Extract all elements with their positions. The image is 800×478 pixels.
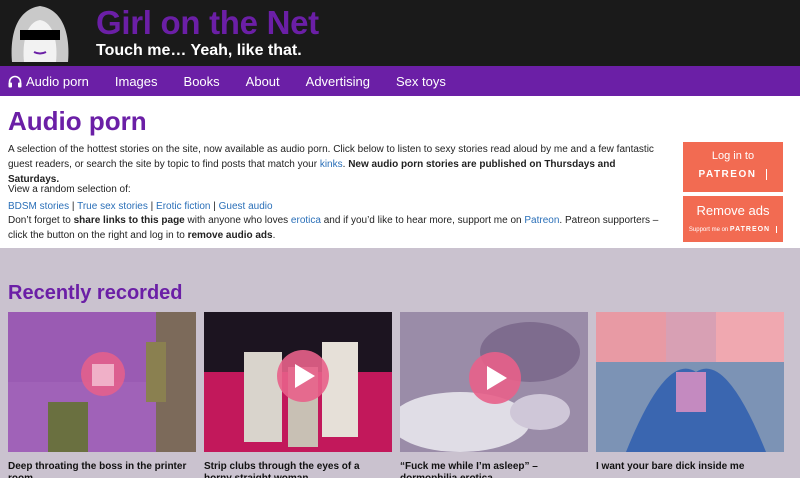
intro-section: Audio porn A selection of the hottest st… — [0, 96, 800, 248]
story-title[interactable]: Strip clubs through the eyes of a horny … — [204, 461, 390, 478]
share-text: Don’t forget to — [8, 215, 74, 226]
true-sex-stories-link[interactable]: True sex stories — [77, 201, 148, 212]
remove-ads-text: Remove ads — [696, 203, 770, 218]
support-patreon: Support me on PATREON — [688, 226, 778, 233]
share-text: with anyone who loves — [184, 215, 291, 226]
link-separator: | — [210, 201, 219, 212]
login-text: Log in to — [711, 150, 755, 162]
patreon-brand: PATREON — [699, 169, 768, 180]
erotica-link[interactable]: erotica — [291, 215, 321, 226]
patreon-brand: PATREON — [729, 226, 771, 233]
remove-ads-button[interactable]: Remove ads Support me on PATREON — [683, 196, 783, 242]
story-thumbnail — [8, 312, 196, 452]
section-title: Recently recorded — [8, 282, 183, 304]
link-separator: | — [69, 201, 78, 212]
recently-recorded-section: Recently recorded Deep throating the bos… — [0, 248, 800, 478]
story-thumbnail — [390, 312, 588, 452]
patreon-login-button[interactable]: Log in to PATREON — [683, 142, 783, 192]
story-card[interactable]: I want your bare dick inside me — [596, 312, 784, 478]
nav-label: Sex toys — [395, 73, 446, 89]
erotic-fiction-link[interactable]: Erotic fiction — [156, 201, 210, 212]
patreon-link[interactable]: Patreon — [524, 215, 559, 226]
link-separator: | — [147, 201, 157, 212]
nav-item-about[interactable]: About — [233, 66, 293, 96]
story-title[interactable]: Deep throating the boss in the printer r… — [8, 461, 194, 478]
share-text: and if you’d like to hear more, support … — [320, 215, 525, 226]
nav-label: About — [245, 73, 280, 89]
page-title: Audio porn — [8, 106, 147, 136]
nav-item-books[interactable]: Books — [171, 66, 233, 96]
story-card[interactable]: “Fuck me while I’m asleep” – dormophilia… — [390, 312, 588, 478]
category-links: BDSM stories | True sex stories | Erotic… — [8, 201, 273, 212]
bdsm-stories-link[interactable]: BDSM stories — [8, 201, 69, 212]
support-text: Support me on — [688, 227, 729, 233]
story-title[interactable]: “Fuck me while I’m asleep” – dormophilia… — [400, 461, 586, 478]
story-thumbnail — [596, 312, 784, 452]
nav-item-audio-porn[interactable]: Audio porn — [0, 66, 102, 96]
nav-label: Audio porn — [26, 73, 89, 89]
nav-item-advertising[interactable]: Advertising — [293, 66, 383, 96]
share-bold: remove audio ads — [187, 230, 273, 241]
nav-item-sex-toys[interactable]: Sex toys — [383, 66, 459, 96]
view-random-label: View a random selection of: — [8, 184, 131, 195]
story-title[interactable]: I want your bare dick inside me — [596, 461, 782, 473]
site-tagline: Touch me… Yeah, like that. — [96, 42, 302, 59]
story-card[interactable]: Deep throating the boss in the printer r… — [8, 312, 196, 478]
nav-label: Advertising — [305, 73, 370, 89]
nav-item-images[interactable]: Images — [102, 66, 171, 96]
site-header: Girl on the Net Touch me… Yeah, like tha… — [0, 0, 800, 66]
intro-description: A selection of the hottest stories on th… — [8, 142, 668, 187]
site-title[interactable]: Girl on the Net — [96, 4, 319, 42]
story-thumbnail — [204, 312, 392, 452]
kinks-link[interactable]: kinks — [320, 159, 343, 170]
story-card[interactable]: Strip clubs through the eyes of a horny … — [204, 312, 392, 478]
headphones-icon — [8, 75, 22, 87]
nav-label: Books — [183, 73, 220, 89]
site-logo-avatar[interactable] — [6, 0, 74, 62]
share-bold: share links to this page — [73, 215, 185, 226]
guest-audio-link[interactable]: Guest audio — [219, 201, 273, 212]
share-note: Don’t forget to share links to this page… — [8, 213, 673, 243]
main-nav: Audio porn Images Books About Advertisin… — [0, 66, 800, 96]
share-text: . — [272, 230, 276, 241]
nav-label: Images — [114, 73, 158, 89]
